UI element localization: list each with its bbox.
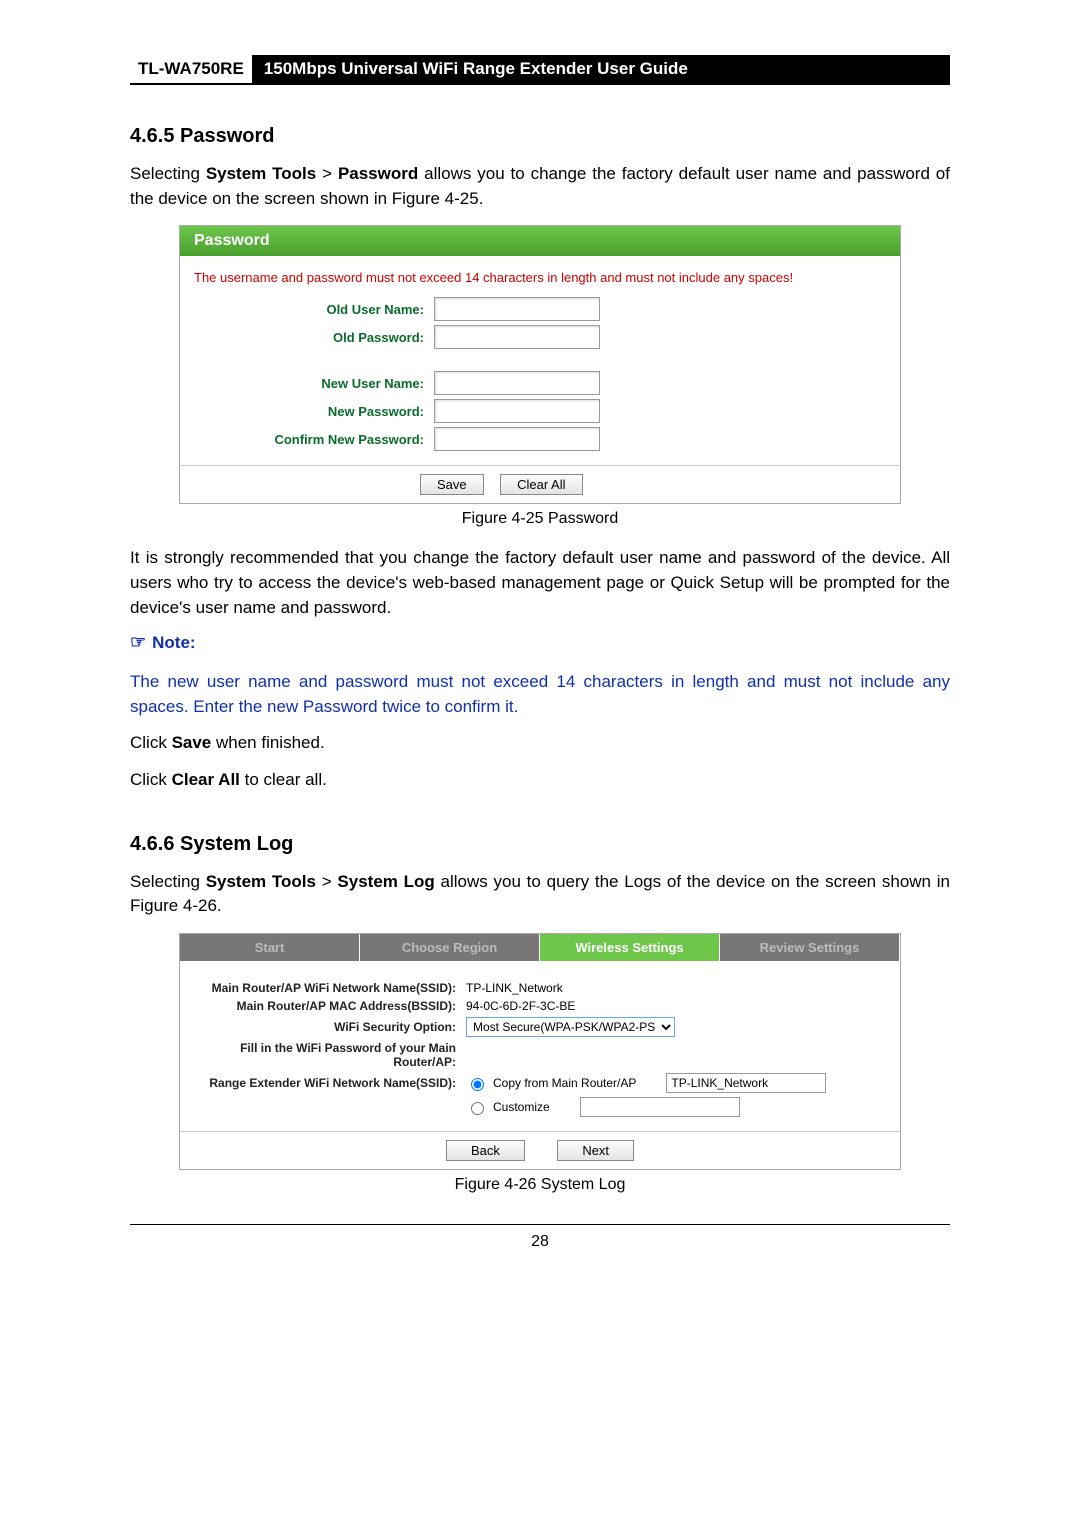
model-label: TL-WA750RE <box>130 55 252 83</box>
text: > <box>316 164 338 183</box>
next-button[interactable]: Next <box>557 1140 634 1161</box>
label-main-ssid: Main Router/AP WiFi Network Name(SSID): <box>196 981 466 995</box>
breadcrumb: Password <box>338 164 418 183</box>
clear-instruction: Click Clear All to clear all. <box>130 768 950 793</box>
note-heading: ☞ Note: <box>130 632 950 653</box>
old-pass-input[interactable] <box>434 325 600 349</box>
new-user-input[interactable] <box>434 371 600 395</box>
range-extender-ssid-input[interactable] <box>666 1073 826 1093</box>
save-instruction: Click Save when finished. <box>130 731 950 756</box>
value-bssid: 94-0C-6D-2F-3C-BE <box>466 999 575 1013</box>
label-new-user: New User Name: <box>194 376 434 391</box>
section-heading-syslog: 4.6.6 System Log <box>130 833 950 856</box>
tab-start[interactable]: Start <box>180 934 360 961</box>
label-confirm-pass: Confirm New Password: <box>194 432 434 447</box>
customize-ssid-input[interactable] <box>580 1097 740 1117</box>
label-new-pass: New Password: <box>194 404 434 419</box>
confirm-pass-input[interactable] <box>434 427 600 451</box>
pointing-hand-icon: ☞ <box>130 632 146 652</box>
breadcrumb: System Tools <box>206 872 316 891</box>
label-range-extender-ssid: Range Extender WiFi Network Name(SSID): <box>196 1076 466 1090</box>
figure-caption-26: Figure 4-26 System Log <box>130 1176 950 1194</box>
page-number: 28 <box>130 1224 950 1251</box>
value-main-ssid: TP-LINK_Network <box>466 981 563 995</box>
back-button[interactable]: Back <box>446 1140 525 1161</box>
save-button[interactable]: Save <box>420 474 484 495</box>
new-pass-input[interactable] <box>434 399 600 423</box>
text: when finished. <box>211 733 324 752</box>
text: Click <box>130 733 172 752</box>
doc-header: TL-WA750RE 150Mbps Universal WiFi Range … <box>130 55 950 85</box>
password-warning: The username and password must not excee… <box>194 270 886 285</box>
tab-choose-region[interactable]: Choose Region <box>360 934 540 961</box>
text: Selecting <box>130 872 206 891</box>
text: Clear All <box>172 770 240 789</box>
text: > <box>316 872 337 891</box>
label-security-option: WiFi Security Option: <box>196 1020 466 1034</box>
tab-wireless-settings[interactable]: Wireless Settings <box>540 934 720 961</box>
security-option-select[interactable]: Most Secure(WPA-PSK/WPA2-PS <box>466 1017 675 1037</box>
tab-review-settings[interactable]: Review Settings <box>720 934 900 961</box>
note-label: Note: <box>152 633 195 652</box>
syslog-intro: Selecting System Tools > System Log allo… <box>130 870 950 919</box>
note-body: The new user name and password must not … <box>130 670 950 719</box>
breadcrumb: System Tools <box>206 164 316 183</box>
password-intro: Selecting System Tools > Password allows… <box>130 162 950 211</box>
label-wifi-password: Fill in the WiFi Password of your Main R… <box>196 1041 466 1069</box>
password-panel: Password The username and password must … <box>179 225 901 504</box>
radio-copy-label: Copy from Main Router/AP <box>493 1076 636 1090</box>
text: to clear all. <box>240 770 327 789</box>
radio-copy-from-main[interactable] <box>471 1078 484 1091</box>
breadcrumb: System Log <box>337 872 434 891</box>
wizard-panel: Start Choose Region Wireless Settings Re… <box>179 933 901 1170</box>
radio-customize-label: Customize <box>493 1100 550 1114</box>
text: Click <box>130 770 172 789</box>
label-bssid: Main Router/AP MAC Address(BSSID): <box>196 999 466 1013</box>
label-old-user: Old User Name: <box>194 302 434 317</box>
old-user-input[interactable] <box>434 297 600 321</box>
radio-customize[interactable] <box>471 1102 484 1115</box>
doc-title: 150Mbps Universal WiFi Range Extender Us… <box>252 55 950 83</box>
figure-caption-25: Figure 4-25 Password <box>130 510 950 528</box>
section-heading-password: 4.6.5 Password <box>130 125 950 148</box>
text: Selecting <box>130 164 206 183</box>
panel-title: Password <box>180 226 900 256</box>
label-old-pass: Old Password: <box>194 330 434 345</box>
clear-all-button[interactable]: Clear All <box>500 474 582 495</box>
password-recommendation: It is strongly recommended that you chan… <box>130 546 950 620</box>
text: Save <box>172 733 212 752</box>
